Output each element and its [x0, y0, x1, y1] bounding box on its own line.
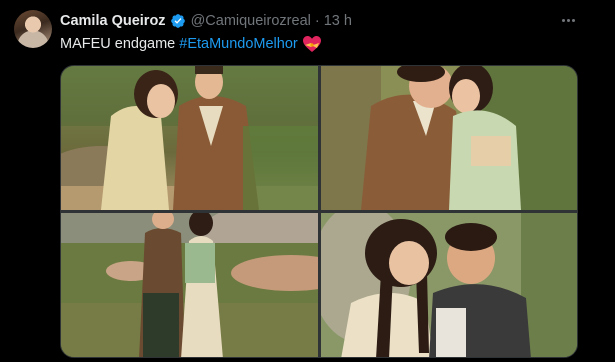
tweet[interactable]: Camila Queiroz @Camiqueirozreal · 13 h M…: [0, 0, 615, 362]
heart-with-ribbon-icon: [302, 35, 322, 53]
couple-forehead-touch-photo[interactable]: [321, 213, 577, 357]
avatar[interactable]: [14, 10, 52, 48]
media-grid: [60, 65, 578, 358]
couple-by-river-photo[interactable]: [61, 66, 318, 210]
author-name[interactable]: Camila Queiroz: [60, 13, 166, 29]
more-options-icon[interactable]: [557, 10, 579, 30]
couple-on-lake-shore-photo[interactable]: [61, 213, 318, 357]
couple-kissing-photo[interactable]: [321, 66, 577, 210]
timestamp[interactable]: 13 h: [324, 13, 352, 29]
author-handle[interactable]: @Camiqueirozreal: [191, 13, 311, 29]
tweet-body: MAFEU endgame: [60, 36, 176, 52]
verified-badge-icon: [170, 13, 186, 29]
tweet-text: MAFEU endgame #EtaMundoMelhor: [60, 35, 322, 53]
hashtag-link[interactable]: #EtaMundoMelhor: [179, 36, 298, 52]
separator: ·: [314, 13, 320, 29]
tweet-header: Camila Queiroz @Camiqueirozreal · 13 h: [60, 12, 352, 30]
